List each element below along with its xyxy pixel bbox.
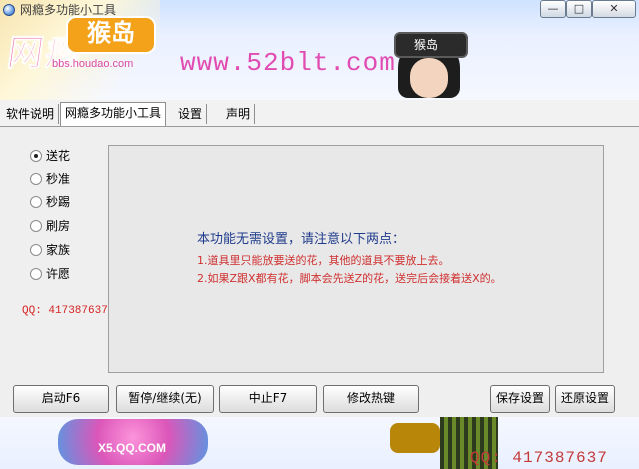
hat-label: 猴岛	[414, 38, 439, 52]
footer-qq: QQ: 417387637	[470, 449, 608, 467]
houdao-logo: 网瘾 猴岛 bbs.houdao.com	[4, 16, 158, 74]
character-hat: 猴岛	[394, 32, 468, 58]
radio-label: 秒踢	[46, 195, 71, 209]
tab-statement[interactable]: 声明	[222, 104, 256, 124]
save-settings-button[interactable]: 保存设置	[490, 385, 550, 413]
minimize-button[interactable]: —	[540, 0, 566, 18]
radio-dot[interactable]	[30, 173, 42, 185]
header-banner: 网瘾多功能小工具 — □ ✕ 网瘾 猴岛 bbs.houdao.com www.…	[0, 0, 639, 100]
maximize-button[interactable]: □	[566, 0, 592, 18]
qq-contact: QQ: 417387637	[22, 305, 108, 317]
main-panel: 送花 秒准 秒踢 刷房 家族 许愿 QQ: 417387637 本功能无需设置，…	[0, 127, 639, 417]
edit-hotkey-button[interactable]: 修改热键	[323, 385, 419, 413]
logo-badge: 猴岛	[66, 16, 156, 54]
radio-label: 秒准	[46, 172, 71, 186]
radio-label: 送花	[46, 149, 71, 163]
character-image: 猴岛	[380, 18, 480, 100]
radio-label: 许愿	[46, 267, 71, 281]
info-line-1: 1.道具里只能放要送的花，其他的道具不要放上去。	[197, 254, 450, 267]
radio-dot[interactable]	[30, 244, 42, 256]
radio-label: 家族	[46, 243, 71, 257]
tab-settings[interactable]: 设置	[174, 104, 208, 124]
restore-settings-button[interactable]: 还原设置	[555, 385, 615, 413]
app-icon	[3, 4, 15, 16]
info-line-2: 2.如果Z跟X都有花，脚本会先送Z的花，送完后会接着送X的。	[197, 272, 502, 285]
logo-subtitle: bbs.houdao.com	[52, 58, 134, 70]
info-box: 本功能无需设置，请注意以下两点： 1.道具里只能放要送的花，其他的道具不要放上去…	[108, 145, 604, 373]
stop-button[interactable]: 中止F7	[219, 385, 317, 413]
pause-resume-button[interactable]: 暂停/继续(无)	[116, 385, 214, 413]
info-title: 本功能无需设置，请注意以下两点：	[197, 232, 406, 247]
x5-logo: X5.QQ.COM	[58, 419, 208, 465]
radio-dot[interactable]	[30, 220, 42, 232]
radio-dot[interactable]	[30, 196, 42, 208]
radio-label: 刷房	[46, 219, 71, 233]
start-button[interactable]: 启动F6	[13, 385, 109, 413]
radio-dot-checked[interactable]	[30, 150, 42, 162]
close-button[interactable]: ✕	[592, 0, 636, 18]
tab-bar: 软件说明 网瘾多功能小工具 设置 声明	[0, 100, 639, 127]
tab-software-info[interactable]: 软件说明	[2, 104, 60, 124]
footer-banner: X5.QQ.COM QQ: 417387637	[0, 417, 639, 469]
site-url: www.52blt.com	[180, 48, 396, 78]
x5-logo-text: X5.QQ.COM	[98, 441, 167, 455]
app-window: 网瘾多功能小工具 — □ ✕ 网瘾 猴岛 bbs.houdao.com www.…	[0, 0, 639, 469]
character-feet	[390, 423, 440, 453]
radio-dot[interactable]	[30, 268, 42, 280]
tab-multi-tool[interactable]: 网瘾多功能小工具	[60, 102, 167, 126]
character-face	[410, 58, 448, 98]
